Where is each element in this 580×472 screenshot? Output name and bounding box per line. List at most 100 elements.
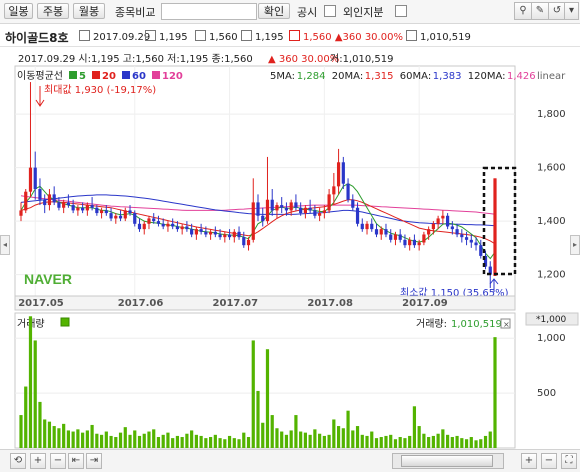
volume-panel: [14, 312, 516, 449]
price-header: 2017.09.29 시:1,195 고:1,560 저:1,195 종:1,5…: [18, 53, 253, 65]
volume-bar: [427, 437, 431, 448]
price-volume: 거:1,010,519: [330, 53, 393, 65]
candle-body: [393, 234, 398, 240]
candle-body: [427, 229, 431, 235]
volume-bar: [47, 421, 52, 448]
candle-body: [422, 234, 426, 243]
candle-body: [379, 229, 383, 235]
draw-icon[interactable]: ✎: [531, 2, 549, 20]
candle-body: [47, 194, 52, 206]
period-shrink-icon[interactable]: −: [541, 453, 557, 469]
candle-body: [341, 162, 345, 184]
volume-bar: [81, 432, 85, 448]
ma-legend-swatch: [122, 71, 130, 79]
volume-bar: [161, 434, 165, 448]
foreign-checkbox[interactable]: [395, 5, 407, 17]
candle-body: [313, 210, 317, 216]
high-item: 1,560: [195, 30, 238, 43]
settings-icon[interactable]: ⚲: [514, 2, 532, 20]
candle-body: [251, 202, 255, 240]
volume-bar: [313, 429, 317, 448]
candle-body: [223, 234, 227, 238]
ma-value-number: 1,284: [297, 71, 326, 82]
candle-body: [227, 234, 232, 238]
volume-bar: [450, 437, 454, 448]
ma-legend-swatch: [92, 71, 100, 79]
candle-body: [194, 229, 198, 235]
candle-body: [412, 239, 417, 246]
volume-bar: [190, 430, 194, 448]
low-value: 1,195: [255, 32, 284, 43]
compare-input[interactable]: [161, 3, 257, 20]
price-axis-labels: 1,200 1,400 1,600 1,800: [537, 109, 566, 280]
weekly-button[interactable]: 주봉: [37, 3, 69, 19]
candle-body: [190, 229, 194, 235]
candle-body: [436, 218, 440, 224]
candle-body: [384, 229, 388, 235]
chart-scrollbar[interactable]: [392, 453, 504, 469]
ma-legend-label: 120: [162, 71, 183, 82]
candle-body: [85, 205, 89, 211]
scroll-start-icon[interactable]: ⇤: [68, 453, 84, 469]
volume-bar: [118, 432, 123, 448]
price-tick-label: 1,600: [537, 163, 566, 174]
volume-bar: [95, 433, 99, 448]
more-icon[interactable]: ▾: [564, 2, 579, 20]
zoom-out-icon[interactable]: −: [50, 453, 66, 469]
open-icon: [145, 30, 156, 41]
low-icon: [241, 30, 252, 41]
candle-body: [142, 223, 146, 230]
volume-icon: [406, 30, 417, 41]
date-tick-label: 2017.05: [18, 298, 64, 309]
up-arrow-icon: ▲: [334, 32, 343, 43]
candle-body: [327, 194, 331, 211]
monthly-button[interactable]: 월봉: [73, 3, 105, 19]
daily-button[interactable]: 일봉: [4, 3, 33, 19]
zoom-reset-icon[interactable]: ⟲: [10, 453, 26, 469]
candle-body: [152, 218, 156, 222]
candle-body: [303, 207, 307, 214]
candle-body: [474, 242, 478, 246]
scroll-end-icon[interactable]: ⇥: [86, 453, 102, 469]
candle-body: [460, 234, 464, 238]
fullscreen-icon[interactable]: ⛶: [561, 453, 577, 469]
candle-body: [441, 215, 445, 219]
volume-bar: [90, 424, 94, 448]
disclosure-checkbox[interactable]: [324, 5, 336, 17]
volume-bar: [280, 431, 284, 448]
volume-bar: [441, 429, 445, 448]
volume-bar: [204, 438, 208, 448]
candle-body: [280, 205, 284, 208]
quote-info-bar: 하이골드8호 2017.09.29 1,195 1,560 1,195 1,56…: [0, 24, 580, 47]
volume-bar: [85, 430, 89, 448]
close-value: 1,560: [303, 32, 332, 43]
volume-bar: [57, 428, 61, 448]
volume-bar: [180, 437, 184, 448]
scrollbar-thumb[interactable]: [401, 455, 493, 467]
candle-body: [389, 234, 393, 240]
candle-body: [204, 231, 208, 235]
volume-bar: [483, 435, 488, 448]
volume-axis-labels: 500 1,000: [537, 333, 566, 399]
candle-body: [128, 210, 132, 214]
confirm-button[interactable]: 확인: [258, 3, 290, 19]
candle-body: [118, 215, 123, 219]
zoom-in-icon[interactable]: +: [30, 453, 46, 469]
ma-values: 5MA: 1,284 20MA: 1,315 60MA: 1,383 120MA: 1,426: [270, 71, 536, 82]
period-expand-icon[interactable]: +: [521, 453, 537, 469]
candle-body: [351, 199, 355, 208]
candle-body: [199, 229, 203, 232]
close-icon[interactable]: ×: [503, 320, 510, 329]
candle-body: [242, 237, 246, 246]
volume-value: 1,010,519: [420, 32, 471, 43]
candle-body: [57, 202, 61, 208]
volume-bar: [43, 419, 47, 448]
candle-body: [332, 186, 336, 195]
volume-bar: [38, 401, 42, 448]
candle-body: [246, 239, 251, 246]
volume-bar: [408, 435, 412, 448]
volume-bar: [360, 434, 364, 448]
candle-body: [270, 199, 274, 211]
candle-body: [469, 239, 473, 243]
ma-value-number: 1,426: [507, 71, 536, 82]
